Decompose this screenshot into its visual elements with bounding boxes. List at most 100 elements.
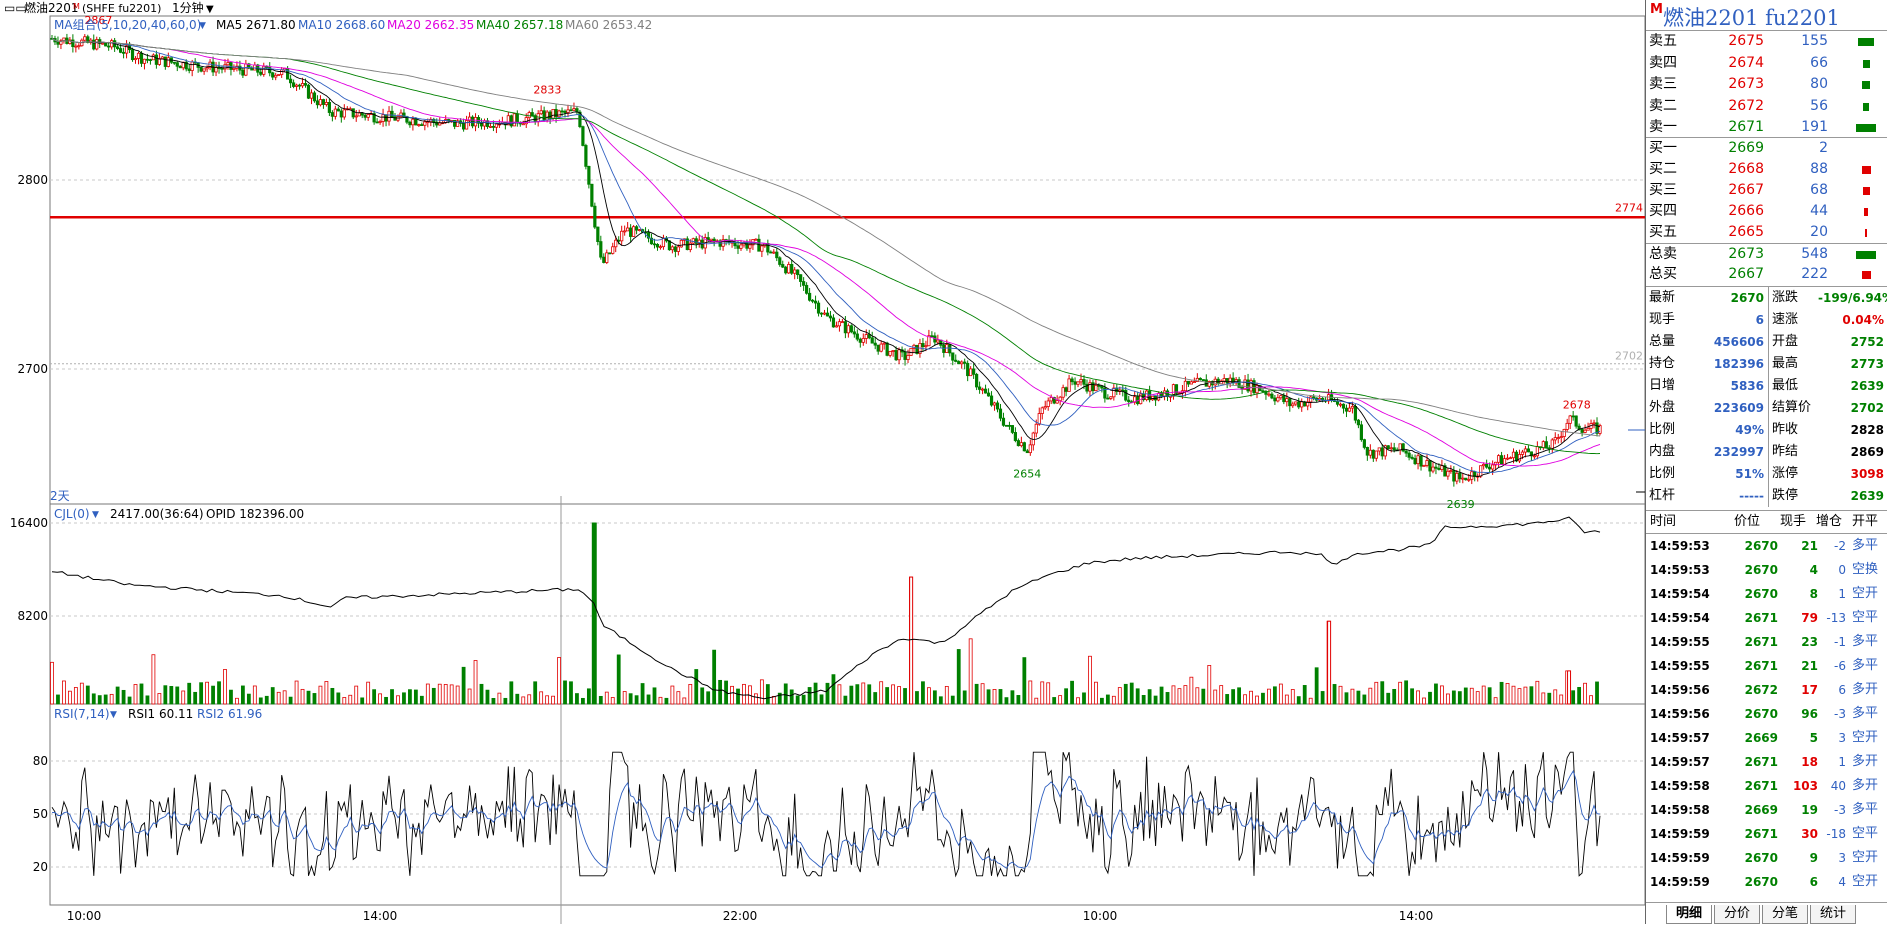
candle-body xyxy=(1505,457,1510,460)
stat-value-right: 3098 xyxy=(1850,467,1884,481)
trade-row[interactable]: 14:59:55 2671 21 -6 多平 xyxy=(1646,654,1887,678)
candle-body xyxy=(133,58,138,61)
volume-bar xyxy=(682,697,687,705)
candle-body xyxy=(262,65,266,75)
ask-level-volume-bar xyxy=(1858,38,1874,46)
candle-body xyxy=(1491,464,1495,470)
candle-body xyxy=(1580,428,1584,433)
candle-body xyxy=(679,239,683,248)
candle-body xyxy=(411,118,415,126)
volume-bar xyxy=(986,689,991,705)
ask-level-row[interactable]: 卖一 2671 191 xyxy=(1646,117,1887,138)
cjl-indicator-label[interactable]: CJL(0) xyxy=(54,507,90,521)
title-bar[interactable]: ▭▭ 燃油2201 M (SHFE fu2201) 1分钟 ▼ xyxy=(4,0,214,15)
bid-level-row[interactable]: 买三 2667 68 xyxy=(1646,180,1887,201)
rsi-indicator-label[interactable]: RSI(7,14) xyxy=(54,707,110,721)
trade-row[interactable]: 14:59:53 2670 21 -2 多平 xyxy=(1646,534,1887,558)
trade-row[interactable]: 14:59:54 2671 79 -13 空平 xyxy=(1646,606,1887,630)
volume-bar xyxy=(1422,697,1426,705)
candle-body xyxy=(1455,472,1459,482)
trade-row[interactable]: 14:59:56 2672 17 6 多开 xyxy=(1646,678,1887,702)
bid-level-row[interactable]: 买二 2668 88 xyxy=(1646,159,1887,180)
candle-body xyxy=(989,395,994,406)
candle-body xyxy=(828,315,833,319)
volume-bar xyxy=(1475,691,1480,705)
ask-level-row[interactable]: 卖三 2673 80 xyxy=(1646,74,1887,95)
bid-level-price: 2665 xyxy=(1728,224,1764,240)
tab-detail[interactable]: 明细 xyxy=(1666,905,1712,924)
ask-level-row[interactable]: 卖二 2672 56 xyxy=(1646,96,1887,117)
chart-area[interactable]: 2774 2702 28672833265426392678 2800 2700… xyxy=(0,0,1645,924)
ask-level-volume: 80 xyxy=(1810,76,1828,92)
candle-body xyxy=(861,338,865,343)
trade-row[interactable]: 14:59:59 2670 9 3 空开 xyxy=(1646,846,1887,870)
cjl-chevron-icon[interactable]: ▼ xyxy=(92,510,99,520)
trade-row[interactable]: 14:59:53 2670 4 0 空换 xyxy=(1646,558,1887,582)
bid-level-row[interactable]: 买四 2666 44 xyxy=(1646,201,1887,222)
rsi-legend[interactable]: RSI(7,14) ▼ RSI1 60.11 RSI2 61.96 xyxy=(54,707,262,721)
stat-row: 现手 6 速涨 0.04% xyxy=(1646,309,1887,331)
volume-bar xyxy=(199,682,204,705)
volume-legend[interactable]: CJL(0) ▼ 2417.00(36:64) OPID 182396.00 xyxy=(54,507,304,521)
volume-bar xyxy=(825,682,830,705)
rsi2-value: RSI2 61.96 xyxy=(197,707,262,721)
volume-bar xyxy=(1505,682,1510,705)
trade-row[interactable]: 14:59:56 2670 96 -3 多平 xyxy=(1646,702,1887,726)
trade-row[interactable]: 14:59:55 2671 23 -1 多平 xyxy=(1646,630,1887,654)
candle-body xyxy=(709,238,713,241)
total-sell-row[interactable]: 总卖 2673 548 xyxy=(1646,244,1887,265)
ma-legend[interactable]: MA组合(5,10,20,40,60,0) ▼ MA5 2671.80 MA10… xyxy=(54,17,652,32)
trade-row[interactable]: 14:59:58 2671 103 40 多开 xyxy=(1646,774,1887,798)
trade-time: 14:59:56 xyxy=(1650,707,1710,721)
candle-body xyxy=(605,252,609,263)
trade-type: 空平 xyxy=(1852,826,1879,841)
total-buy-row[interactable]: 总买 2667 222 xyxy=(1646,264,1887,285)
trade-row[interactable]: 14:59:57 2669 5 3 空开 xyxy=(1646,726,1887,750)
ask-level-row[interactable]: 卖四 2674 66 xyxy=(1646,53,1887,74)
volume-bars[interactable] xyxy=(50,522,1599,705)
candle-body xyxy=(954,359,958,362)
volume-bar xyxy=(384,696,388,705)
tab-price-distribution[interactable]: 分价 xyxy=(1714,905,1760,924)
candle-body xyxy=(136,52,141,59)
trade-time: 14:59:59 xyxy=(1650,875,1710,889)
candle-body xyxy=(1467,478,1471,481)
trade-row[interactable]: 14:59:57 2671 18 1 多开 xyxy=(1646,750,1887,774)
candlestick-series[interactable] xyxy=(50,33,1602,487)
candle-body xyxy=(963,361,967,364)
trade-type: 多平 xyxy=(1852,634,1879,649)
bid-level-row[interactable]: 买一 2669 2 xyxy=(1646,138,1887,159)
trade-row[interactable]: 14:59:59 2670 6 4 空开 xyxy=(1646,870,1887,894)
volume-bar xyxy=(676,691,681,705)
period-selector[interactable]: 1分钟 xyxy=(172,0,204,15)
candle-body xyxy=(620,230,624,242)
candle-body xyxy=(1192,381,1196,383)
price-grid xyxy=(50,179,1645,370)
volume-bar xyxy=(1171,685,1176,705)
ma-group-label[interactable]: MA组合(5,10,20,40,60,0) xyxy=(54,17,201,32)
candle-body xyxy=(1532,455,1536,458)
trade-row[interactable]: 14:59:58 2669 19 -3 多平 xyxy=(1646,798,1887,822)
tab-ticks[interactable]: 分笔 xyxy=(1762,905,1808,924)
ma20-label: MA20 2662.35 xyxy=(387,18,474,32)
candle-body xyxy=(1291,403,1295,407)
ma-group-chevron-icon[interactable]: ▼ xyxy=(199,21,206,31)
candle-body xyxy=(822,312,827,315)
volume-bar xyxy=(1350,688,1355,705)
volume-spike-bar xyxy=(909,576,914,705)
rsi-chevron-icon[interactable]: ▼ xyxy=(110,710,117,720)
trade-row[interactable]: 14:59:59 2671 30 -18 空平 xyxy=(1646,822,1887,846)
volume-bar xyxy=(759,679,764,705)
ask-level-row[interactable]: 卖五 2675 155 xyxy=(1646,31,1887,52)
chevron-down-icon[interactable]: ▼ xyxy=(206,4,214,15)
candle-body xyxy=(229,62,233,70)
volume-bar xyxy=(1159,686,1164,705)
candle-body xyxy=(470,116,475,127)
volume-bar xyxy=(193,691,198,705)
volume-bar xyxy=(1070,680,1074,705)
volume-bar xyxy=(855,684,860,705)
candle-body xyxy=(587,165,591,185)
tab-statistics[interactable]: 统计 xyxy=(1810,905,1856,924)
bid-level-row[interactable]: 买五 2665 20 xyxy=(1646,222,1887,243)
trade-row[interactable]: 14:59:54 2670 8 1 空开 xyxy=(1646,582,1887,606)
